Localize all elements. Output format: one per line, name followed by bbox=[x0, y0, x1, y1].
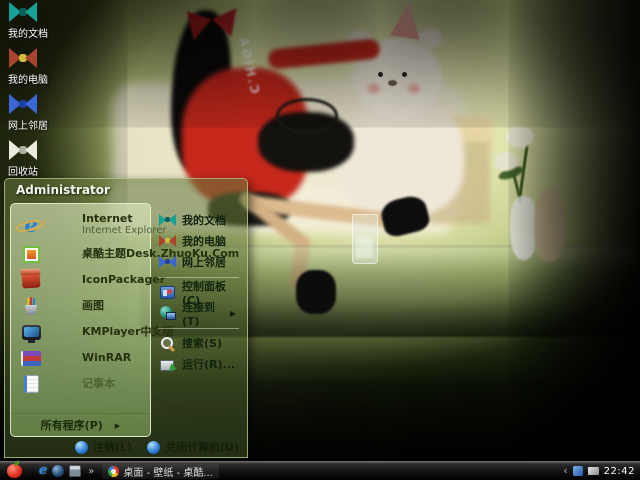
iconpackager-icon bbox=[16, 267, 46, 293]
browser-colorball-icon bbox=[108, 465, 120, 477]
desktop-icon-my-documents[interactable]: 我的文档 bbox=[4, 2, 70, 48]
bow-icon bbox=[9, 94, 37, 114]
desktop-icon-network-places[interactable]: 网上邻居 bbox=[4, 94, 70, 140]
bow-icon bbox=[158, 212, 177, 228]
menu-item-label: WinRAR bbox=[82, 350, 132, 364]
bow-icon bbox=[158, 233, 177, 249]
task-button-label: 桌面 - 壁纸 - 桌酷... bbox=[123, 467, 213, 479]
internet-explorer-icon: e bbox=[16, 212, 46, 238]
browser-globe-quicklaunch-icon[interactable] bbox=[52, 465, 65, 477]
search-icon bbox=[158, 335, 177, 351]
menu-item-internet[interactable]: e Internet Internet Explorer bbox=[11, 208, 166, 241]
menu-item-search[interactable]: 搜索(S) bbox=[158, 333, 243, 353]
desktop-icon-list: 我的文档 我的电脑 网上邻居 回收站 bbox=[4, 2, 70, 186]
log-off-label: 注销(L) bbox=[92, 441, 132, 454]
internet-explorer-quicklaunch-icon[interactable]: e bbox=[39, 464, 47, 477]
control-panel-icon bbox=[158, 284, 177, 300]
start-button[interactable] bbox=[7, 464, 22, 478]
menu-item-label: 画图 bbox=[82, 298, 104, 312]
all-programs-label: 所有程序(P) bbox=[40, 419, 103, 432]
menu-item-iconpackager[interactable]: IconPackager bbox=[11, 267, 165, 293]
menu-item-label: 我的电脑 bbox=[182, 235, 226, 248]
menu-item-label: 我的文档 bbox=[182, 214, 226, 227]
submenu-arrow-icon: ▶ bbox=[229, 308, 236, 318]
menu-item-label: 记事本 bbox=[82, 376, 115, 390]
paint-icon bbox=[16, 293, 46, 319]
menu-item-my-computer[interactable]: 我的电脑 bbox=[158, 231, 243, 251]
shut-down-label: 关闭计算机(U) bbox=[165, 441, 239, 454]
bow-icon bbox=[9, 2, 37, 22]
menu-item-kmplayer[interactable]: KMPlayer中文版 bbox=[11, 319, 173, 345]
desktop-icon-my-computer[interactable]: 我的电脑 bbox=[4, 48, 70, 94]
start-menu-right-panel: 我的文档 我的电脑 网上邻居 控制面板(C) 连接到(T) ▶ 搜索(S) 运行… bbox=[151, 203, 243, 437]
menu-separator bbox=[158, 328, 239, 329]
menu-item-label: 连接到(T) bbox=[182, 300, 215, 328]
all-programs-arrow-icon: ▸ bbox=[114, 418, 121, 432]
desktop-icon-label: 回收站 bbox=[8, 167, 38, 178]
menu-item-label: 运行(R)... bbox=[182, 358, 236, 371]
desktop-icon-label: 我的电脑 bbox=[8, 75, 48, 86]
quick-launch: e » bbox=[39, 464, 96, 477]
quick-launch-overflow-chevron[interactable]: » bbox=[88, 466, 94, 477]
menu-item-zhuoku-theme[interactable]: 桌酷主题Desk.ZhuoKu.Com bbox=[11, 241, 239, 267]
zhuoku-icon bbox=[16, 241, 46, 267]
menu-item-label: 网上邻居 bbox=[182, 256, 226, 269]
tray-chevron-icon[interactable]: ‹ bbox=[563, 465, 567, 476]
start-menu-footer: 注销(L) 关闭计算机(U) bbox=[74, 439, 239, 455]
run-icon bbox=[158, 356, 177, 372]
menu-item-run[interactable]: 运行(R)... bbox=[158, 354, 243, 374]
start-menu-body: e Internet Internet Explorer 桌酷主题Desk.Zh… bbox=[10, 203, 243, 437]
system-tray: ‹ 22:42 bbox=[563, 465, 640, 477]
menu-item-label: 搜索(S) bbox=[182, 337, 222, 350]
shut-down-button[interactable]: 关闭计算机(U) bbox=[147, 439, 239, 455]
kmplayer-icon bbox=[16, 319, 46, 345]
start-menu-user-name: Administrator bbox=[16, 183, 110, 197]
task-button-wallpaper-window[interactable]: 桌面 - 壁纸 - 桌酷... bbox=[102, 463, 219, 479]
bow-icon bbox=[158, 254, 177, 270]
start-menu: Administrator e Internet Internet Explor… bbox=[4, 178, 248, 458]
desktop-icon-label: 网上邻居 bbox=[8, 121, 48, 132]
log-off-icon bbox=[74, 440, 88, 454]
menu-item-winrar[interactable]: WinRAR bbox=[11, 345, 150, 371]
menu-item-paint[interactable]: 画图 bbox=[11, 293, 150, 319]
taskbar: e » 桌面 - 壁纸 - 桌酷... ‹ 22:42 bbox=[0, 461, 640, 480]
show-desktop-quicklaunch-icon[interactable] bbox=[69, 465, 82, 477]
tray-input-method-icon[interactable] bbox=[587, 467, 599, 475]
menu-item-my-documents[interactable]: 我的文档 bbox=[158, 210, 243, 230]
taskbar-clock[interactable]: 22:42 bbox=[604, 466, 635, 477]
menu-item-connect-to[interactable]: 连接到(T) ▶ bbox=[158, 301, 243, 328]
all-programs-button[interactable]: 所有程序(P) ▸ bbox=[11, 413, 150, 436]
winrar-icon bbox=[16, 345, 46, 371]
bow-icon bbox=[9, 140, 37, 160]
bow-icon bbox=[9, 48, 37, 68]
desktop-screen: C.HIGA 我的文档 我的电脑 网上邻居 回收站 Administrator … bbox=[0, 0, 640, 480]
connect-to-icon bbox=[158, 305, 177, 321]
menu-item-notepad[interactable]: 记事本 bbox=[11, 371, 150, 397]
desktop-icon-label: 我的文档 bbox=[8, 29, 48, 40]
log-off-button[interactable]: 注销(L) bbox=[74, 439, 132, 455]
shut-down-icon bbox=[147, 440, 160, 454]
start-menu-left-panel: e Internet Internet Explorer 桌酷主题Desk.Zh… bbox=[10, 203, 239, 437]
menu-item-network-places[interactable]: 网上邻居 bbox=[158, 252, 243, 272]
tray-app-icon[interactable] bbox=[572, 466, 583, 476]
notepad-icon bbox=[16, 371, 46, 397]
